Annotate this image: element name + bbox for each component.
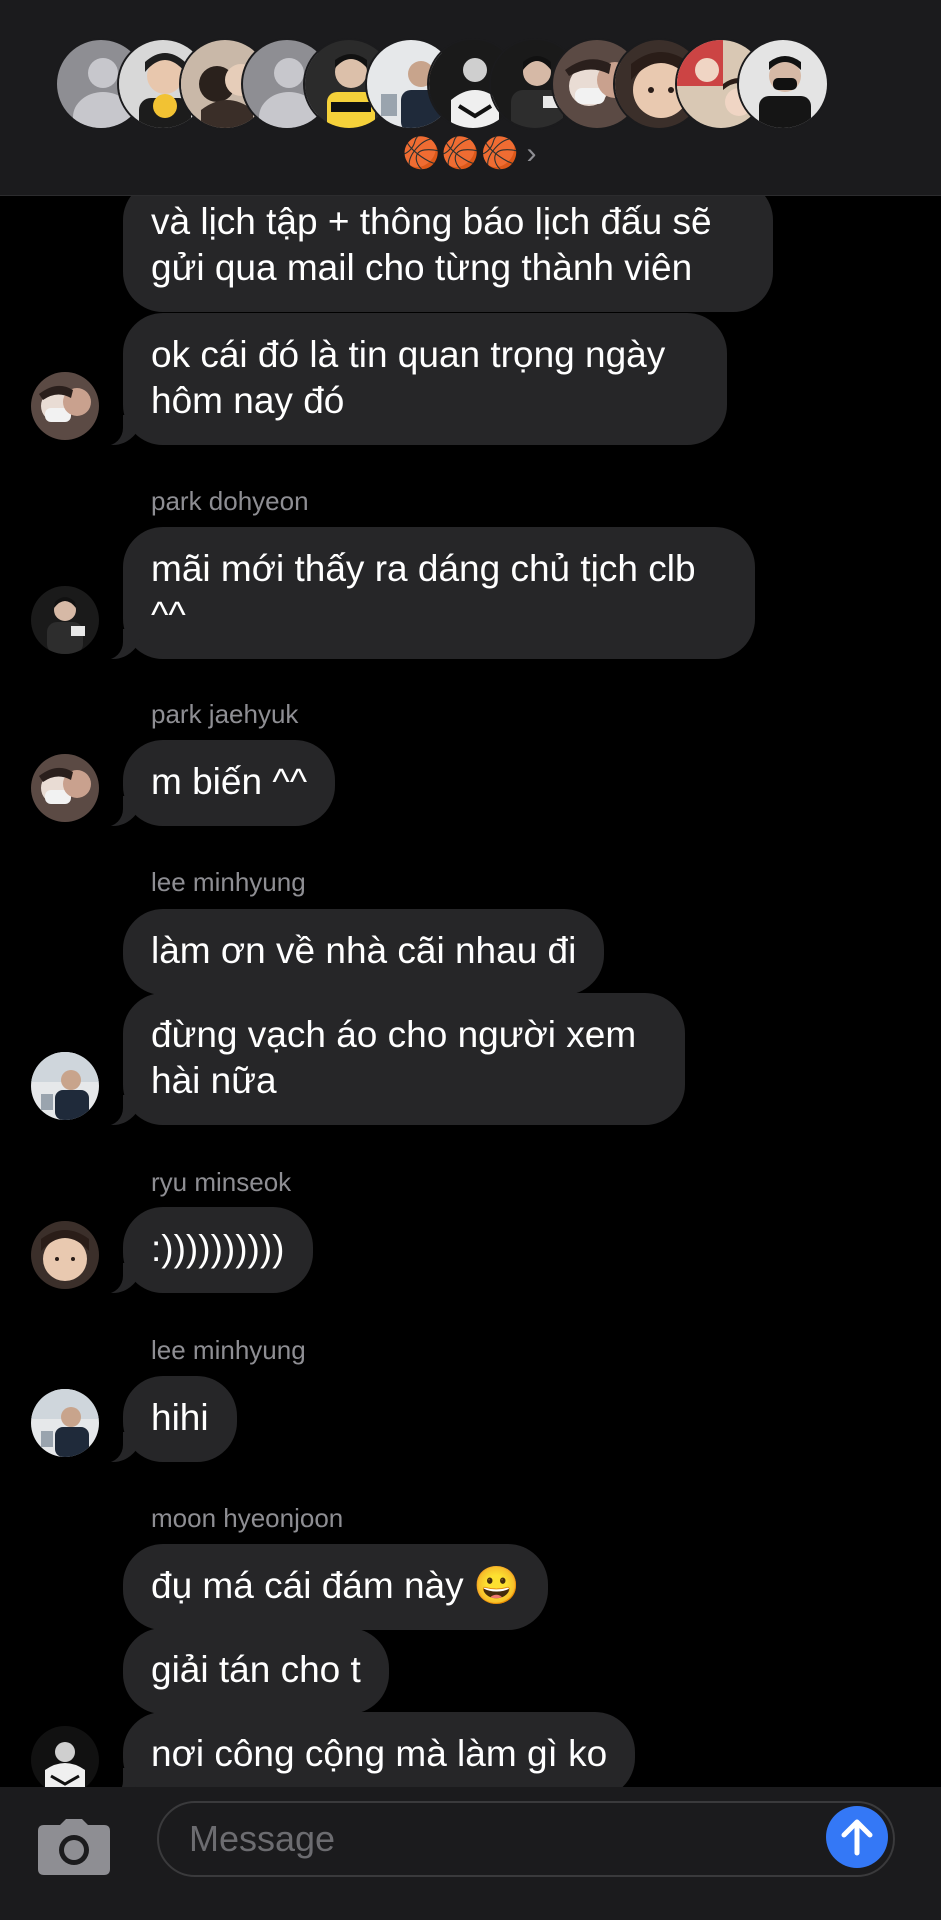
message-text: m biến ^^: [151, 761, 308, 802]
avatar[interactable]: [31, 1389, 99, 1457]
avatar[interactable]: [31, 586, 99, 654]
group-avatars[interactable]: [55, 38, 895, 130]
message-bubble[interactable]: nơi công cộng mà làm gì ko: [102, 1712, 636, 1787]
avatar[interactable]: [31, 754, 99, 822]
message-text: hihi: [151, 1397, 209, 1438]
message-list[interactable]: và lịch tập + thông báo lịch đấu sẽ gửi …: [0, 0, 941, 1787]
message-bubble[interactable]: giải tán cho t: [123, 1628, 389, 1714]
message-text: giải tán cho t: [151, 1649, 361, 1690]
sender-name: moon hyeonjoon: [151, 1503, 344, 1533]
message-input[interactable]: [157, 1801, 895, 1877]
avatar: [737, 38, 829, 130]
avatar[interactable]: [31, 372, 99, 440]
avatar[interactable]: [31, 1052, 99, 1120]
sender-name: ryu minseok: [151, 1167, 292, 1197]
message-text: ok cái đó là tin quan trọng ngày hôm nay…: [151, 334, 666, 421]
message-text: :)))))))))): [151, 1228, 285, 1269]
message-bubble[interactable]: đụ má cái đám này 😀: [123, 1544, 548, 1630]
camera-icon[interactable]: [38, 1819, 110, 1875]
message-bubble[interactable]: làm ơn về nhà cãi nhau đi: [123, 909, 605, 995]
message-bubble[interactable]: hihi: [103, 1376, 237, 1463]
message-text: đừng vạch áo cho người xem hài nữa: [151, 1014, 637, 1101]
chevron-right-icon: ›: [526, 137, 539, 170]
message-text: mãi mới thấy ra dáng chủ tịch clb ^^: [151, 548, 696, 635]
avatar[interactable]: [31, 1221, 99, 1289]
message-text: nơi công cộng mà làm gì ko: [151, 1733, 608, 1774]
message-bubble[interactable]: đừng vạch áo cho người xem hài nữa: [103, 993, 685, 1126]
sender-name: lee minhyung: [151, 1335, 306, 1365]
arrow-up-icon: [841, 1819, 873, 1856]
message-text: đụ má cái đám này 😀: [151, 1565, 520, 1606]
sender-name: park jaehyuk: [151, 699, 299, 729]
message-bubble[interactable]: :)))))))))): [103, 1207, 313, 1294]
sender-name: park dohyeon: [151, 486, 309, 516]
message-text: làm ơn về nhà cãi nhau đi: [151, 930, 577, 971]
group-name[interactable]: 🏀🏀🏀 ›: [0, 136, 941, 172]
group-name-text: 🏀🏀🏀: [402, 137, 521, 170]
send-button[interactable]: [826, 1806, 888, 1868]
message-bubble[interactable]: mãi mới thấy ra dáng chủ tịch clb ^^: [103, 527, 755, 660]
message-bubble[interactable]: m biến ^^: [102, 740, 336, 827]
message-bubble[interactable]: ok cái đó là tin quan trọng ngày hôm nay…: [103, 313, 727, 446]
message-bubble[interactable]: và lịch tập + thông báo lịch đấu sẽ gửi …: [123, 180, 773, 312]
message-text: và lịch tập + thông báo lịch đấu sẽ gửi …: [151, 201, 712, 288]
sender-name: lee minhyung: [151, 867, 306, 897]
avatar[interactable]: [31, 1726, 99, 1787]
conversation-header[interactable]: 🏀🏀🏀 ›: [0, 0, 941, 196]
